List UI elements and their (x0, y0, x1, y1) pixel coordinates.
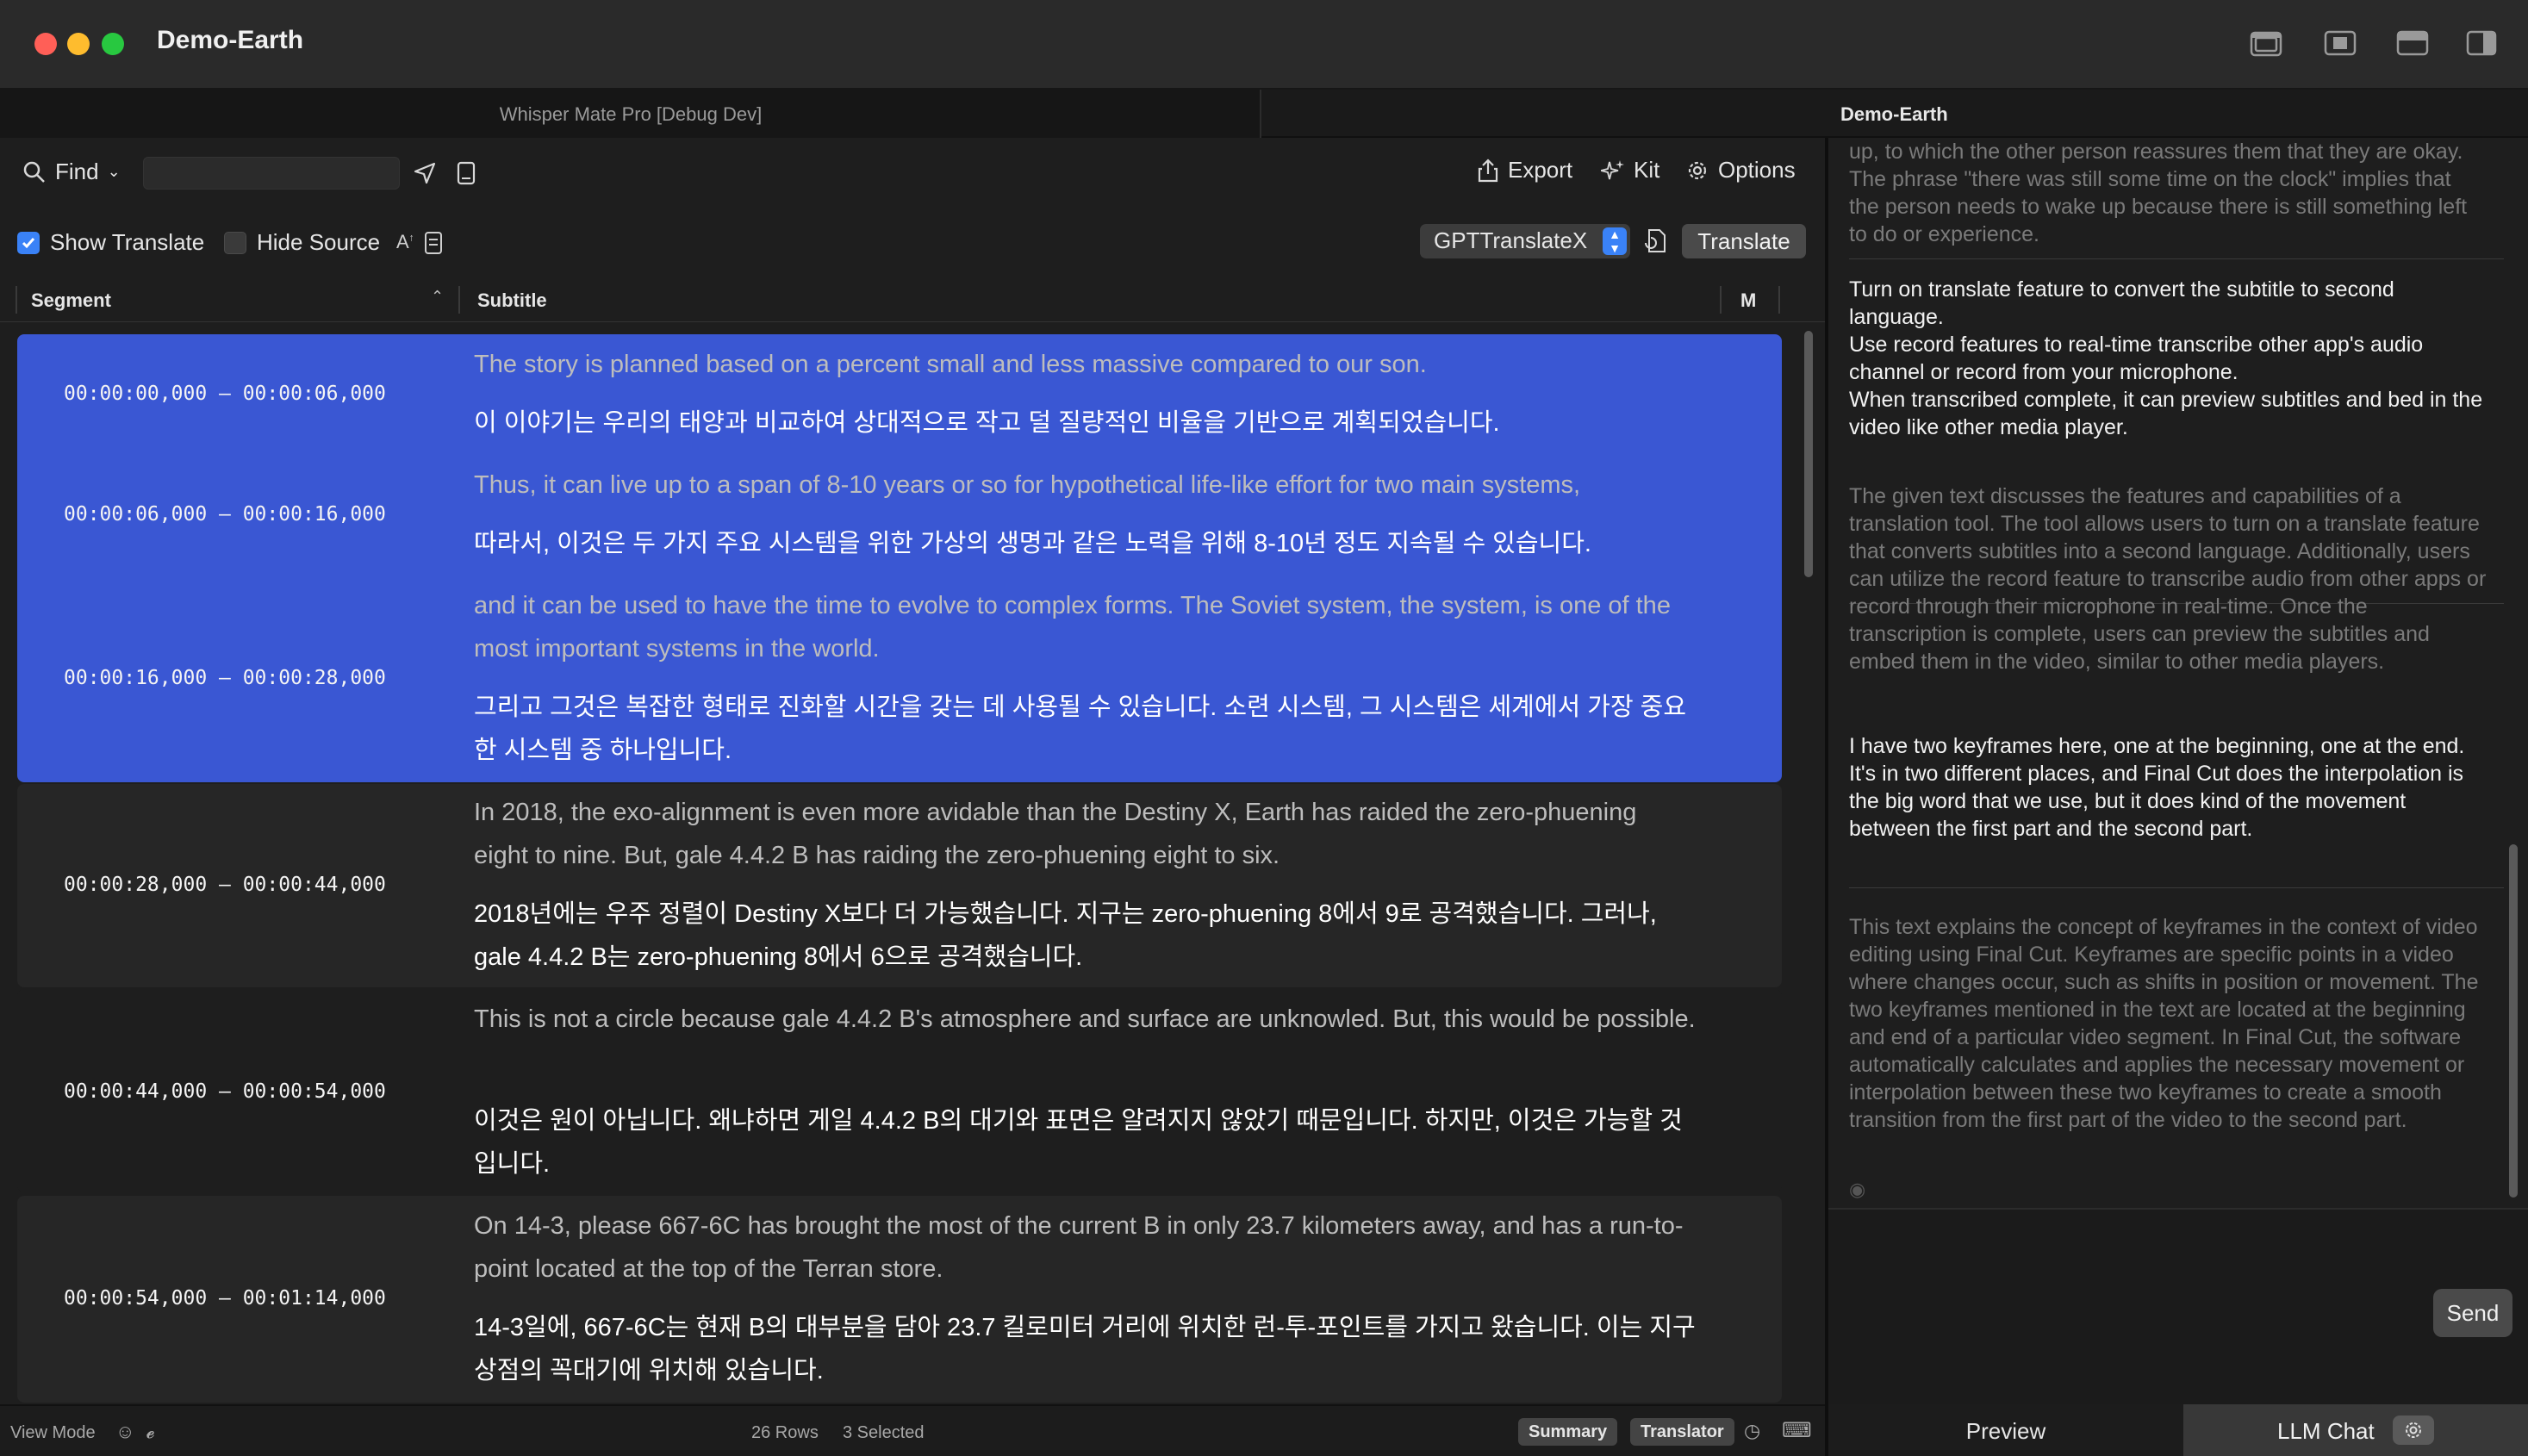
bottom-tab-bar: Preview LLM Chat (1828, 1404, 2528, 1456)
sort-ascending-icon[interactable]: ⌃ (431, 288, 444, 306)
engine-selected-value: GPTTranslateX (1434, 227, 1588, 253)
chevron-updown-icon: ▲ ▼ (1603, 227, 1627, 255)
translator-button[interactable]: Translator (1630, 1418, 1734, 1446)
chat-message-ai: This text explains the concept of keyfra… (1849, 915, 2479, 1132)
subtitle-source[interactable]: On 14-3, please 667-6C has brought the m… (474, 1204, 1697, 1291)
find-input[interactable] (143, 157, 400, 190)
selected-count: 3 Selected (843, 1423, 925, 1442)
checkbox-checked-icon (17, 231, 40, 254)
keyboard-icon[interactable]: ⌨ (1782, 1418, 1812, 1443)
tab-label: Whisper Mate Pro [Debug Dev] (499, 103, 763, 125)
chat-message-user: Turn on translate feature to convert the… (1849, 277, 2483, 439)
subtitle-translation[interactable]: 이것은 원이 아닙니다. 왜냐하면 게일 4.4.2 B의 대기와 표면은 알려… (474, 1099, 1697, 1185)
window-layout-icon[interactable] (2249, 28, 2283, 59)
segment-time: 00:00:44,000 – 00:00:54,000 (64, 1080, 386, 1103)
tab-preview[interactable]: Preview (1828, 1404, 2183, 1456)
title-bar: Demo-Earth (0, 0, 2528, 90)
segment-time: 00:00:54,000 – 00:01:14,000 (64, 1287, 386, 1310)
minimize-window-button[interactable] (67, 33, 90, 55)
subtitle-source[interactable]: This is not a circle because gale 4.4.2 … (474, 998, 1697, 1041)
translate-button[interactable]: Translate (1682, 224, 1806, 258)
subtitle-translation[interactable]: 2018년에는 우주 정렬이 Destiny X보다 더 가능했습니다. 지구는… (474, 893, 1697, 979)
tab-bar: Whisper Mate Pro [Debug Dev] Demo-Earth (0, 90, 2528, 138)
export-label: Export (1508, 157, 1573, 183)
kit-label: Kit (1634, 157, 1660, 183)
zoom-window-button[interactable] (102, 33, 124, 55)
table-header: Segment ⌃ Subtitle M (0, 277, 1827, 322)
segment-time: 00:00:00,000 – 00:00:06,000 (64, 383, 386, 405)
app-window: Demo-Earth Whisper Mate Pro [Debug Dev] … (0, 0, 2528, 1456)
tab-llm-chat-label: LLM Chat (2277, 1418, 2375, 1444)
column-m[interactable]: M (1740, 289, 1756, 312)
tab-whisper-mate[interactable]: Whisper Mate Pro [Debug Dev] (0, 90, 1261, 138)
chat-log: up, to which the other person reassures … (1849, 138, 2504, 1206)
column-segment[interactable]: Segment (31, 289, 111, 312)
segment-time: 00:00:28,000 – 00:00:44,000 (64, 874, 386, 896)
subtitle-source[interactable]: Thus, it can live up to a span of 8-10 y… (474, 464, 1697, 507)
view-mode-label[interactable]: View Mode (10, 1423, 96, 1443)
options-button[interactable]: Options (1685, 157, 1796, 184)
tab-preview-label: Preview (1965, 1418, 2046, 1444)
subtitle-translation[interactable]: 이 이야기는 우리의 태양과 비교하여 상대적으로 작고 덜 질량적인 비율을 … (474, 401, 1697, 445)
center-layout-icon[interactable] (2323, 28, 2357, 59)
share-icon (1478, 158, 1498, 182)
subtitle-source[interactable]: and it can be used to have the time to e… (474, 584, 1697, 670)
clock-icon[interactable]: ◷ (1744, 1420, 1760, 1442)
chevron-down-icon: ⌄ (107, 163, 121, 180)
hide-source-checkbox[interactable]: Hide Source (224, 229, 380, 256)
sidebar-right-icon[interactable] (2464, 28, 2499, 59)
llm-chat-panel: up, to which the other person reassures … (1828, 138, 2528, 1456)
chat-message-ai: up, to which the other person reassures … (1849, 140, 2468, 246)
chat-scrollbar[interactable] (2509, 844, 2518, 1198)
hide-source-label: Hide Source (257, 229, 381, 255)
gear-icon (1688, 161, 1707, 179)
top-panel-icon[interactable] (2395, 28, 2430, 59)
chat-input[interactable] (1828, 1208, 2528, 1404)
tab-label: Demo-Earth (1840, 103, 1948, 125)
find-button[interactable]: Find ⌄ (22, 159, 121, 185)
subtitle-translation[interactable]: 그리고 그것은 복잡한 형태로 진화할 시간을 갖는 데 사용될 수 있습니다.… (474, 686, 1697, 772)
gear-icon[interactable] (2392, 1416, 2434, 1446)
tab-llm-chat[interactable]: LLM Chat (2183, 1404, 2528, 1456)
send-button[interactable]: Send (2433, 1289, 2512, 1337)
font-size-icon[interactable]: A↑ (396, 231, 414, 253)
sparkles-icon (1601, 159, 1624, 179)
smiley-icon[interactable]: ☺ (115, 1421, 134, 1443)
ear-icon[interactable]: 𝓮 (146, 1421, 155, 1443)
eye-icon[interactable]: ◉ (1849, 1179, 1865, 1201)
segment-time: 00:00:16,000 – 00:00:28,000 (64, 667, 386, 689)
show-translate-label: Show Translate (50, 229, 205, 255)
subtitle-source[interactable]: In 2018, the exo-alignment is even more … (474, 791, 1697, 877)
summary-button[interactable]: Summary (1518, 1418, 1618, 1446)
table-scrollbar[interactable] (1804, 331, 1813, 577)
segment-time: 00:00:06,000 – 00:00:16,000 (64, 503, 386, 526)
subtitle-translation[interactable]: 따라서, 이것은 두 가지 주요 시스템을 위한 가상의 생명과 같은 노력을 … (474, 522, 1697, 565)
chat-message-user: I have two keyframes here, one at the be… (1849, 734, 2465, 841)
document-icon[interactable] (453, 160, 479, 186)
window-title: Demo-Earth (157, 26, 304, 54)
search-icon (23, 161, 45, 183)
subtitle-translation[interactable]: 14-3일에, 667-6C는 현재 B의 대부분을 담아 23.7 킬로미터 … (474, 1306, 1697, 1392)
kit-button[interactable]: Kit (1601, 157, 1659, 184)
top-toolbar: Find ⌄ Export Kit Options (0, 138, 1827, 207)
close-window-button[interactable] (34, 33, 57, 55)
checkbox-unchecked-icon (224, 231, 246, 254)
export-button[interactable]: Export (1477, 157, 1572, 184)
row-count: 26 Rows (751, 1423, 819, 1442)
options-label: Options (1718, 157, 1796, 183)
doc-refresh-icon[interactable] (1642, 227, 1668, 255)
script-doc-icon[interactable] (424, 231, 443, 255)
chat-message-ai: The given text discusses the features an… (1849, 484, 2487, 674)
column-subtitle[interactable]: Subtitle (477, 289, 547, 312)
subtitle-source[interactable]: The story is planned based on a percent … (474, 343, 1697, 386)
location-arrow-icon[interactable] (412, 160, 438, 186)
translate-engine-select[interactable]: GPTTranslateX ▲ ▼ (1420, 224, 1630, 258)
status-bar: View Mode ☺ 𝓮 26 Rows 3 Selected Summary… (0, 1404, 1827, 1456)
find-label: Find (55, 159, 99, 184)
show-translate-checkbox[interactable]: Show Translate (17, 229, 204, 256)
